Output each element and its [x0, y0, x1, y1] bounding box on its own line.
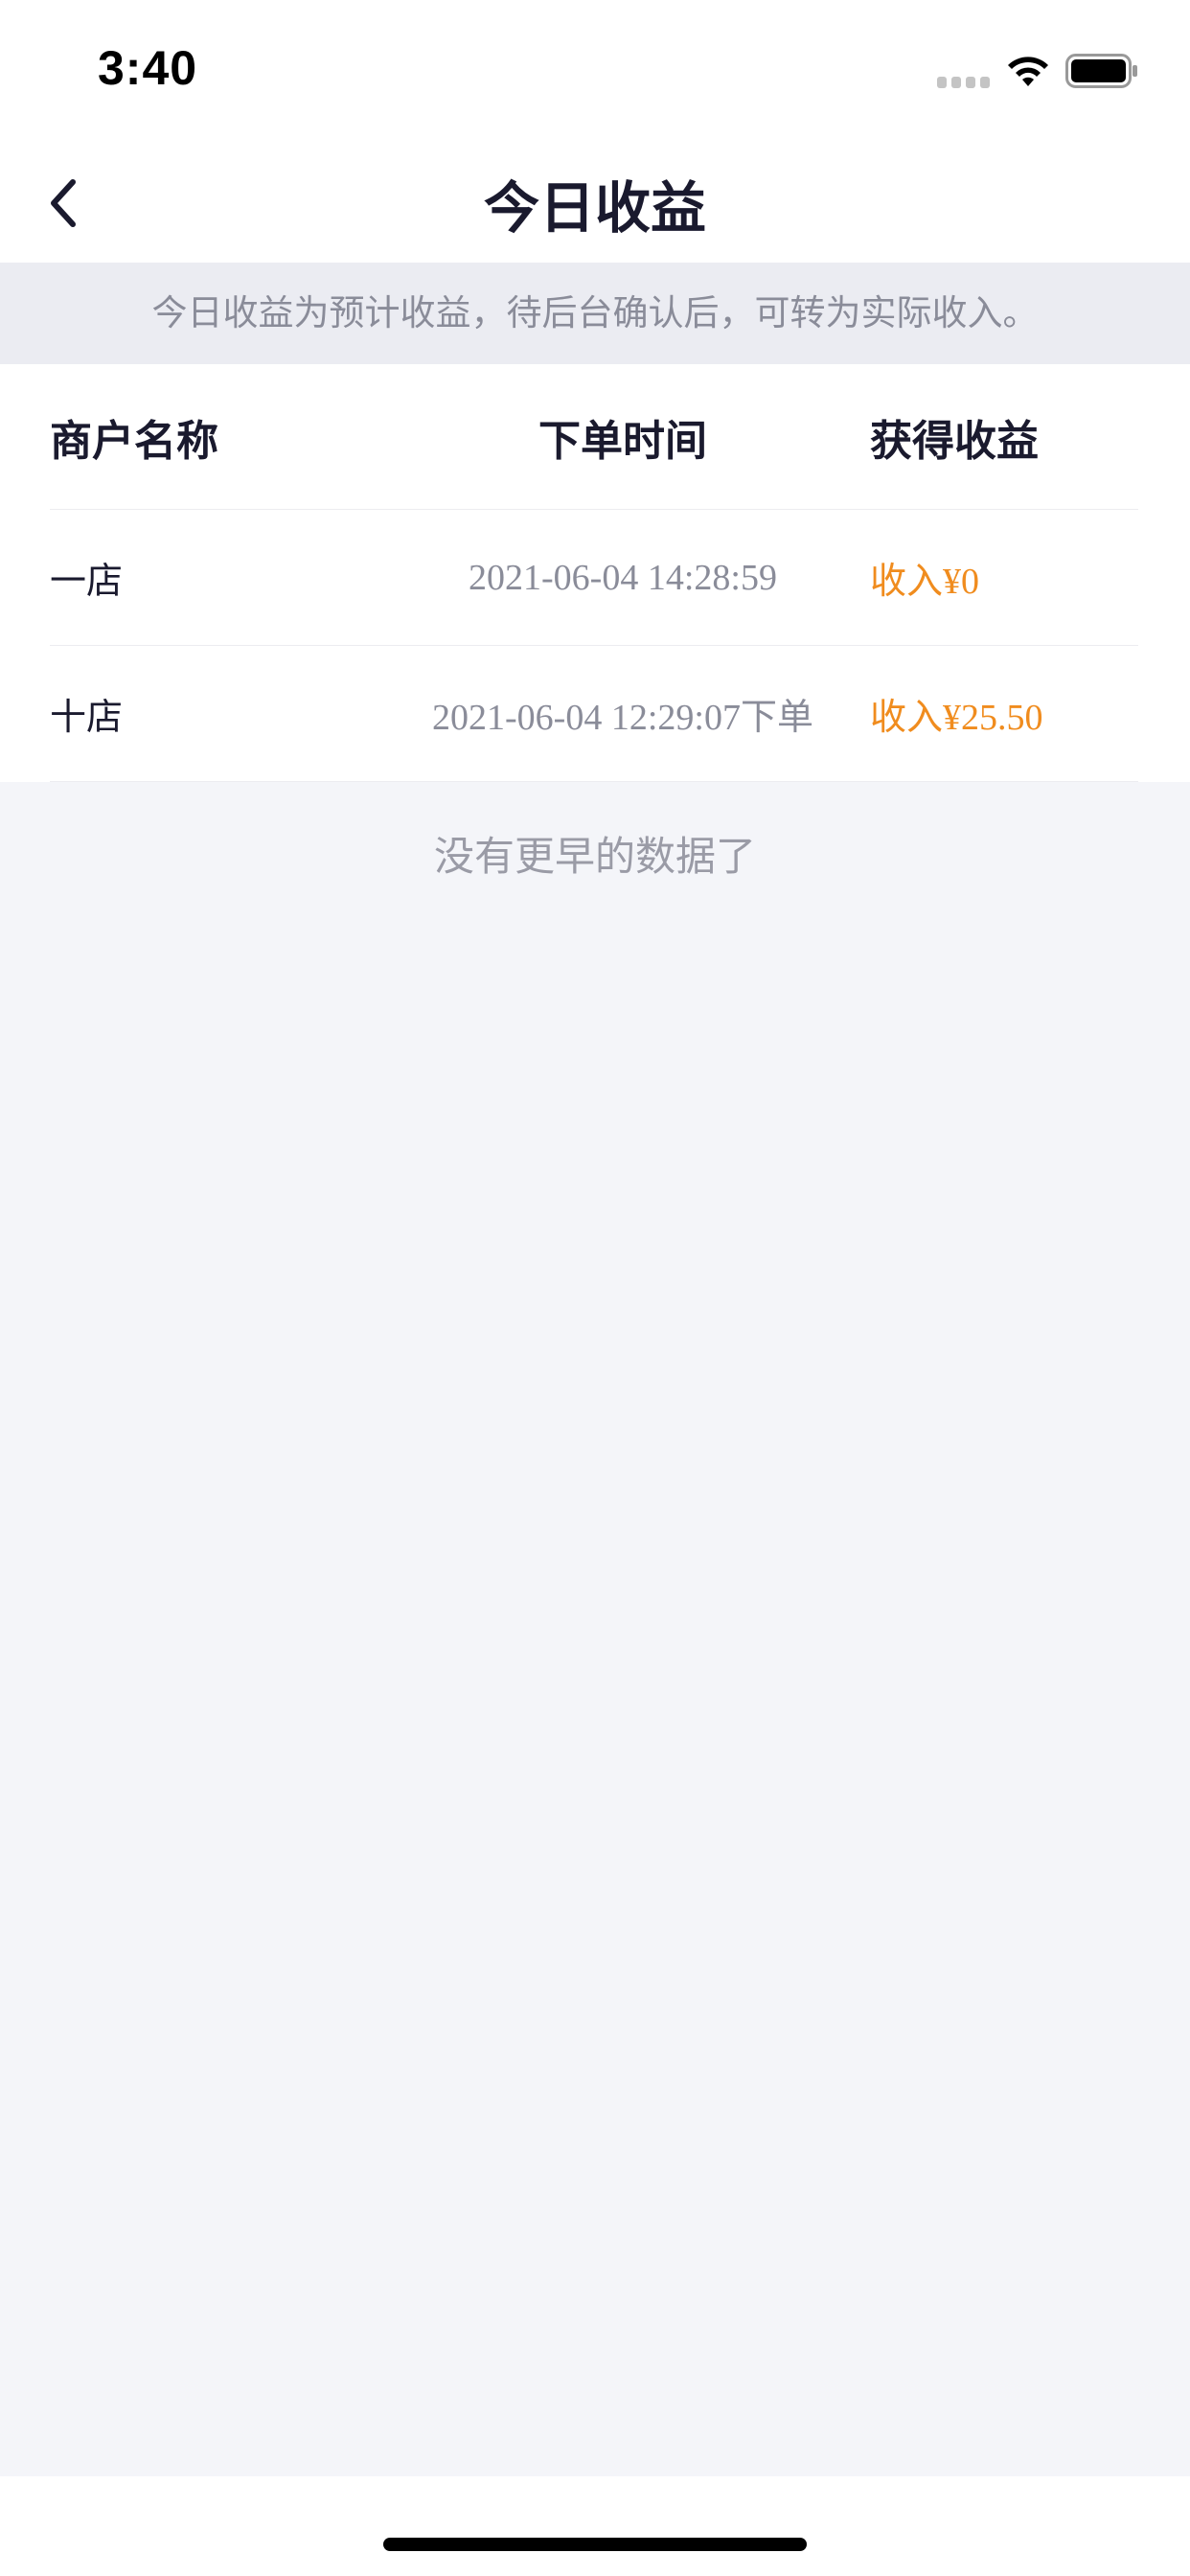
status-time: 3:40 — [98, 41, 198, 95]
home-indicator[interactable] — [383, 2538, 807, 2551]
no-more-data-text: 没有更早的数据了 — [433, 833, 756, 880]
status-bar: 3:40 — [0, 0, 1190, 144]
notice-banner: 今日收益为预计收益，待后台确认后，可转为实际收入。 — [0, 263, 1190, 364]
merchant-name: 十店 — [50, 696, 124, 738]
merchant-name: 一店 — [50, 560, 124, 602]
column-header-earnings: 获得收益 — [870, 416, 1039, 466]
earnings-table: 商户名称 下单时间 获得收益 一店 2021-06-04 14:28:59 收入… — [0, 364, 1190, 782]
order-time: 2021-06-04 14:28:59 — [469, 557, 777, 598]
battery-icon — [1065, 54, 1137, 88]
order-time: 2021-06-04 12:29:07下单 — [432, 698, 813, 738]
wifi-icon — [1008, 57, 1048, 86]
column-header-merchant: 商户名称 — [50, 416, 218, 466]
cellular-signal-icon — [937, 77, 993, 90]
table-row[interactable]: 十店 2021-06-04 12:29:07下单 收入¥25.50 — [50, 646, 1138, 782]
earnings-amount: 收入¥25.50 — [870, 698, 1043, 738]
page: 3:40 今日收益 今日收益为预计收益，待后台确认后，可转为实际收入。 商户名称… — [0, 0, 1190, 2576]
table-row[interactable]: 一店 2021-06-04 14:28:59 收入¥0 — [50, 510, 1138, 646]
navigation-bar: 今日收益 — [0, 144, 1190, 263]
earnings-amount: 收入¥0 — [870, 562, 980, 602]
page-title: 今日收益 — [483, 175, 706, 241]
bottom-safe-area — [0, 2476, 1190, 2576]
table-header: 商户名称 下单时间 获得收益 — [50, 364, 1138, 510]
column-header-order-time: 下单时间 — [538, 416, 707, 466]
